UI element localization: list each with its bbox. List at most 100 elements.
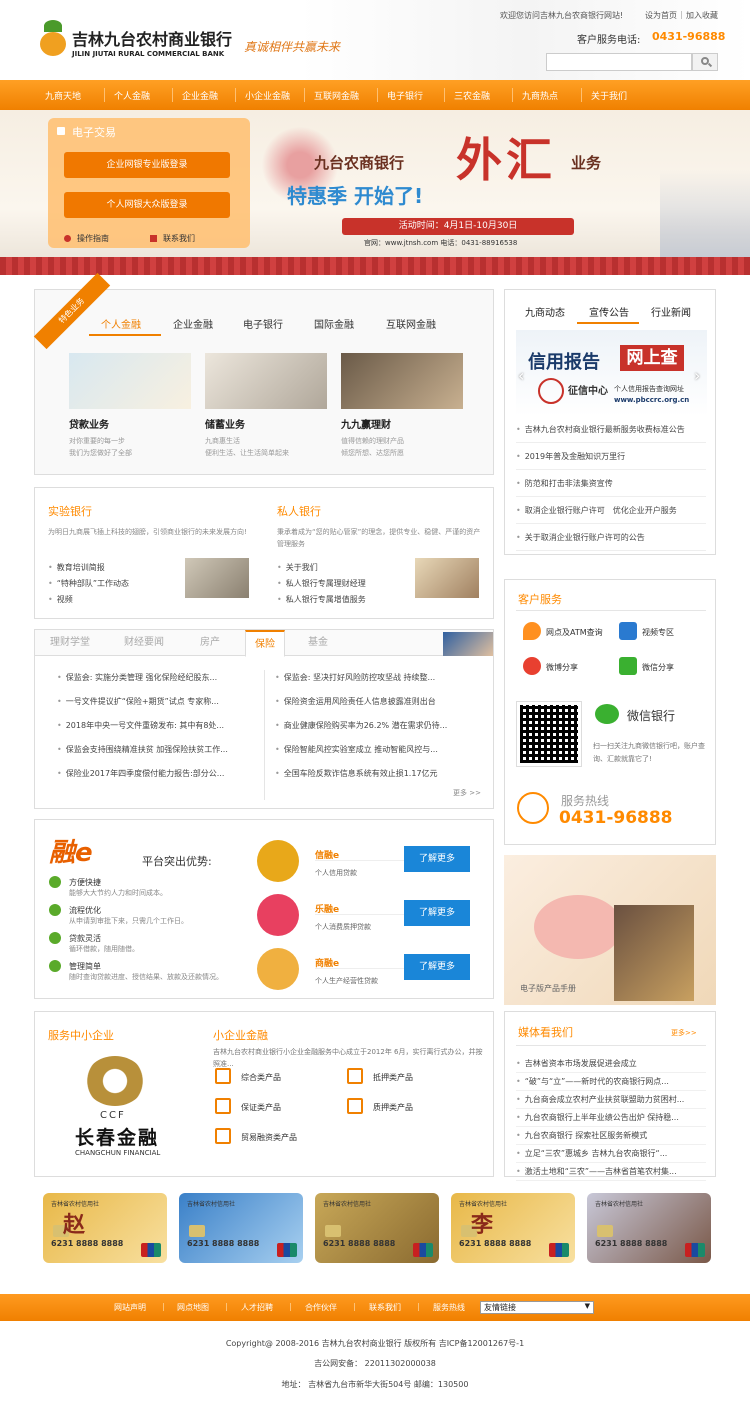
logo-cn[interactable]: 吉林九台农村商业银行 (72, 26, 232, 50)
finance-tab[interactable]: 基金 (299, 630, 337, 657)
credit-report-banner[interactable]: 信用报告 网上查 征信中心 个人信用报告查询网址 www.pbccrc.org.… (516, 330, 707, 416)
next-arrow-icon[interactable]: › (694, 366, 700, 385)
media-item[interactable]: 激活土地和“三农”——吉林省首笔农村集... (516, 1166, 706, 1177)
brochure-banner[interactable]: 电子版产品手册 (504, 855, 716, 1005)
nav-item[interactable]: 互联网金融 (314, 89, 359, 102)
bank-card-image[interactable]: 吉林省农村信用社 6231 8888 8888 (179, 1193, 303, 1263)
featured-tab[interactable]: 电子银行 (243, 316, 283, 331)
nav-item[interactable]: 九商热点 (522, 89, 558, 102)
lab-item[interactable]: 教育培训简报 (48, 562, 105, 573)
footer-link[interactable]: 服务热线 (433, 1302, 465, 1313)
friend-links-select[interactable]: 友情链接 ▼ (480, 1301, 594, 1314)
private-item[interactable]: 私人银行专属理财经理 (277, 578, 366, 589)
news-tab[interactable]: 宣传公告 (589, 304, 629, 319)
media-item[interactable]: 吉林省资本市场发展促进会成立 (516, 1058, 706, 1069)
prev-arrow-icon[interactable]: ‹ (518, 366, 524, 385)
lab-title[interactable]: 实验银行 (48, 503, 92, 519)
nav-item[interactable]: 关于我们 (591, 89, 627, 102)
wechat-link[interactable]: 微信分享 (642, 662, 674, 673)
wealth-image[interactable] (341, 353, 463, 409)
savings-image[interactable] (205, 353, 327, 409)
lab-image[interactable] (185, 558, 249, 598)
footer-link[interactable]: 联系我们 (369, 1302, 401, 1313)
featured-tab[interactable]: 国际金融 (314, 316, 354, 331)
nav-item[interactable]: 企业金融 (182, 89, 218, 102)
finance-news-item[interactable]: 一号文件提议扩“保险+期货”试点 专家称... (57, 696, 257, 707)
lab-item[interactable]: “特种部队”工作动态 (48, 578, 129, 589)
learn-more-button[interactable]: 了解更多 (404, 846, 470, 872)
news-tab[interactable]: 九商动态 (525, 304, 565, 319)
bank-card-image[interactable]: 吉林省农村信用社 6231 8888 8888 李 (451, 1193, 575, 1263)
media-item[interactable]: 九台农商银行 探索社区服务新模式 (516, 1130, 706, 1141)
finance-tab[interactable]: 财经要闻 (115, 630, 173, 657)
bank-card-image[interactable]: 吉林省农村信用社 6231 8888 8888 (315, 1193, 439, 1263)
news-tab[interactable]: 行业新闻 (651, 304, 691, 319)
sme-product-link[interactable]: 保证类产品 (241, 1102, 281, 1113)
finance-news-item[interactable]: 全国车险反欺诈信息系统有效止损1.17亿元 (275, 768, 483, 779)
finance-news-item[interactable]: 保监会: 坚决打好风险防控攻坚战 持续整... (275, 672, 483, 683)
nav-item[interactable]: 电子银行 (387, 89, 423, 102)
sme-product-link[interactable]: 贸易融资类产品 (241, 1132, 297, 1143)
private-title[interactable]: 私人银行 (277, 503, 321, 519)
search-input[interactable] (546, 53, 692, 71)
guide-link[interactable]: 操作指南 (77, 233, 109, 244)
finance-tab[interactable]: 房产 (191, 630, 229, 657)
finance-more-link[interactable]: 更多 >> (453, 788, 481, 798)
search-button[interactable] (692, 53, 718, 71)
nav-item[interactable]: 九商天地 (45, 89, 81, 102)
nav-item[interactable]: 三农金融 (454, 89, 490, 102)
featured-item-title[interactable]: 储蓄业务 (205, 416, 245, 431)
logo-icon[interactable] (40, 20, 66, 62)
news-item[interactable]: 2019年普及金融知识万里行 (516, 451, 706, 462)
footer-link[interactable]: 网点地图 (177, 1302, 209, 1313)
finance-news-item[interactable]: 商业健康保险购买率为26.2% 潜在需求仍待... (275, 720, 483, 731)
private-item[interactable]: 关于我们 (277, 562, 318, 573)
finance-news-item[interactable]: 2018年中央一号文件重磅发布: 其中有8处... (57, 720, 257, 731)
hero-banner[interactable]: 九台农商银行 外汇 业务 特惠季 开始了! 活动时间：4月1日-10月30日 官… (0, 110, 750, 275)
set-home-link[interactable]: 设为首页 (645, 10, 677, 21)
nav-item[interactable]: 小企业金融 (245, 89, 290, 102)
video-link[interactable]: 视频专区 (642, 627, 674, 638)
news-item[interactable]: 取消企业银行账户许可 优化企业开户服务 (516, 505, 706, 516)
finance-news-item[interactable]: 保监会: 实施分类管理 强化保险经纪股东... (57, 672, 257, 683)
featured-item-title[interactable]: 九九赢理财 (341, 416, 391, 431)
footer-link[interactable]: 网站声明 (114, 1302, 146, 1313)
finance-tab[interactable]: 理财学堂 (41, 630, 99, 657)
sme-product-link[interactable]: 抵押类产品 (373, 1072, 413, 1083)
media-item[interactable]: 九台商会成立农村产业扶贫联盟助力贫困村... (516, 1094, 706, 1105)
finance-news-item[interactable]: 保险业2017年四季度偿付能力报告:部分公... (57, 768, 257, 779)
corp-login-button[interactable]: 企业网银专业版登录 (64, 152, 230, 178)
private-item[interactable]: 私人银行专属增值服务 (277, 594, 366, 605)
learn-more-button[interactable]: 了解更多 (404, 954, 470, 980)
bank-card-image[interactable]: 吉林省农村信用社 6231 8888 8888 (587, 1193, 711, 1263)
sme-title[interactable]: 小企业金融 (213, 1027, 268, 1043)
finance-news-item[interactable]: 保监会支持围绕精准扶贫 加强保险扶贫工作... (57, 744, 257, 755)
news-item[interactable]: 防范和打击非法集资宣传 (516, 478, 706, 489)
learn-more-button[interactable]: 了解更多 (404, 900, 470, 926)
news-item[interactable]: 关于取消企业银行账户许可的公告 (516, 532, 706, 543)
finance-news-item[interactable]: 保险资金运用风险责任人信息披露准则出台 (275, 696, 483, 707)
featured-tab[interactable]: 互联网金融 (386, 316, 436, 331)
bank-card-image[interactable]: 吉林省农村信用社 6231 8888 8888 赵 (43, 1193, 167, 1263)
news-item[interactable]: 吉林九台农村商业银行最新服务收费标准公告 (516, 424, 706, 435)
lab-item[interactable]: 视频 (48, 594, 73, 605)
finance-news-item[interactable]: 保险智能风控实验室成立 推动智能风控与... (275, 744, 483, 755)
featured-item-title[interactable]: 贷款业务 (69, 416, 109, 431)
featured-tab[interactable]: 企业金融 (173, 316, 213, 331)
media-item[interactable]: 立足“三农”惠城乡 吉林九台农商银行“... (516, 1148, 706, 1159)
featured-tab[interactable]: 个人金融 (101, 316, 141, 331)
atm-link[interactable]: 网点及ATM查询 (546, 627, 603, 638)
favorite-link[interactable]: 加入收藏 (686, 10, 718, 21)
media-item[interactable]: 九台农商银行上半年业绩公告出炉 保持稳... (516, 1112, 706, 1123)
footer-link[interactable]: 人才招聘 (241, 1302, 273, 1313)
footer-link[interactable]: 合作伙伴 (305, 1302, 337, 1313)
media-more-link[interactable]: 更多>> (671, 1028, 697, 1038)
finance-tab[interactable]: 保险 (245, 630, 285, 657)
sme-product-link[interactable]: 综合类产品 (241, 1072, 281, 1083)
sme-product-link[interactable]: 质押类产品 (373, 1102, 413, 1113)
media-item[interactable]: “破”与“立”——新时代的农商银行网点... (516, 1076, 706, 1087)
contact-link[interactable]: 联系我们 (163, 233, 195, 244)
loan-image[interactable] (69, 353, 191, 409)
personal-login-button[interactable]: 个人网银大众版登录 (64, 192, 230, 218)
private-image[interactable] (415, 558, 479, 598)
